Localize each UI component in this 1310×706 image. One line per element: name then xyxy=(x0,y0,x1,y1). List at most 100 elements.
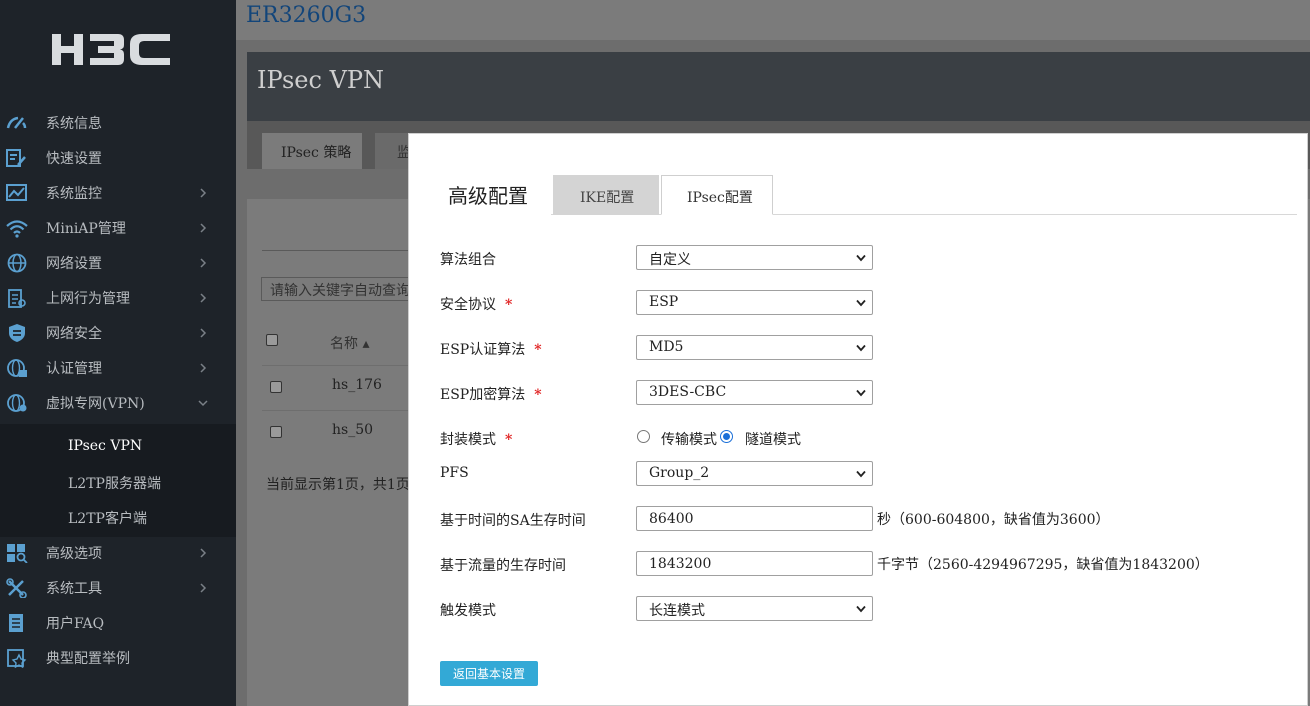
row-checkbox[interactable] xyxy=(270,426,282,438)
sidebar-item-label: 系统监控 xyxy=(46,186,102,202)
sidebar-item-auth[interactable]: 认证管理 xyxy=(0,350,236,385)
dialog-title: 高级配置 xyxy=(448,184,528,208)
sa-time-label: 基于时间的SA生存时间 xyxy=(440,513,586,529)
sidebar-item-label: 用户FAQ xyxy=(46,616,105,632)
monitor-chart-icon xyxy=(6,184,27,201)
row-checkbox[interactable] xyxy=(270,381,282,393)
esp-auth-label: ESP认证算法 * xyxy=(440,342,542,358)
security-protocol-select[interactable]: ESP xyxy=(636,290,873,315)
sidebar-item-advanced[interactable]: 高级选项 xyxy=(0,535,236,570)
sidebar-item-security[interactable]: 网络安全 xyxy=(0,315,236,350)
encap-transport-radio[interactable] xyxy=(637,430,650,443)
chevron-down-icon xyxy=(856,605,866,613)
sa-traffic-input[interactable] xyxy=(636,551,873,576)
page-title: IPsec VPN xyxy=(257,66,385,94)
search-input[interactable]: 请输入关键字自动查询 xyxy=(261,277,421,301)
grid-search-icon xyxy=(7,544,28,563)
sa-time-input[interactable] xyxy=(636,506,873,531)
sidebar-item-label: 系统工具 xyxy=(46,581,102,597)
tools-icon xyxy=(6,578,27,598)
esp-encrypt-select[interactable]: 3DES-CBC xyxy=(636,380,873,405)
table-row: hs_176 xyxy=(332,377,382,393)
chevron-right-icon xyxy=(200,583,207,593)
encap-tunnel-radio[interactable] xyxy=(720,430,733,443)
chevron-right-icon xyxy=(200,548,207,558)
algorithm-suite-label: 算法组合 xyxy=(440,252,496,268)
wifi-icon xyxy=(6,220,28,238)
globe-vpn-icon xyxy=(7,394,27,412)
tab-ike-config[interactable]: IKE配置 xyxy=(553,175,659,215)
sidebar-item-quick-setup[interactable]: 快速设置 xyxy=(0,140,236,175)
clipboard-icon xyxy=(8,289,26,308)
back-to-basic-button[interactable]: 返回基本设置 xyxy=(440,661,538,686)
trigger-mode-select[interactable]: 长连模式 xyxy=(636,596,873,621)
sidebar-item-label: 虚拟专网(VPN) xyxy=(46,396,145,412)
required-mark: * xyxy=(505,297,513,313)
sidebar-subitem-label: L2TP客户端 xyxy=(68,511,147,527)
globe-icon xyxy=(7,253,27,273)
sidebar-item-behavior[interactable]: 上网行为管理 xyxy=(0,280,236,315)
divider xyxy=(262,365,412,366)
sidebar-item-label: 认证管理 xyxy=(46,361,102,377)
sidebar-subitem-ipsec-vpn[interactable]: IPsec VPN xyxy=(0,429,236,464)
sidebar-item-label: 上网行为管理 xyxy=(46,291,130,307)
required-mark: * xyxy=(534,387,542,403)
chevron-right-icon xyxy=(200,188,207,198)
encap-transport-label: 传输模式 xyxy=(661,432,717,448)
chevron-down-icon xyxy=(856,389,866,397)
h3c-logo xyxy=(52,34,170,65)
sidebar-item-network[interactable]: 网络设置 xyxy=(0,245,236,280)
chevron-right-icon xyxy=(200,258,207,268)
tab-ipsec-config[interactable]: IPsec配置 xyxy=(661,175,773,215)
column-header-name[interactable]: 名称 ▴ xyxy=(330,333,369,353)
sa-traffic-label: 基于流量的生存时间 xyxy=(440,558,566,574)
sidebar-item-system-info[interactable]: 系统信息 xyxy=(0,105,236,140)
sidebar-item-label: 高级选项 xyxy=(46,546,102,562)
sidebar-item-label: 网络设置 xyxy=(46,256,102,272)
top-bar xyxy=(236,0,1310,40)
sidebar-subitem-l2tp-client[interactable]: L2TP客户端 xyxy=(0,499,236,534)
sidebar-item-vpn[interactable]: 虚拟专网(VPN) xyxy=(0,385,236,420)
device-model: ER3260G3 xyxy=(246,3,367,28)
chevron-right-icon xyxy=(200,363,207,373)
security-protocol-label: 安全协议 * xyxy=(440,297,513,313)
divider xyxy=(262,410,412,411)
encap-tunnel-label: 隧道模式 xyxy=(745,432,801,448)
sidebar-item-label: 典型配置举例 xyxy=(46,651,130,667)
sidebar-item-miniap[interactable]: MiniAP管理 xyxy=(0,210,236,245)
encap-mode-label: 封装模式 * xyxy=(440,432,513,448)
sidebar-subitem-label: IPsec VPN xyxy=(68,438,143,454)
algorithm-suite-select[interactable]: 自定义 xyxy=(636,245,873,270)
chevron-down-icon xyxy=(856,254,866,262)
chevron-down-icon xyxy=(856,470,866,478)
advanced-config-dialog: 高级配置 IKE配置 IPsec配置 算法组合 自定义 安全协议 * ESP ES… xyxy=(408,133,1308,706)
pfs-label: PFS xyxy=(440,465,469,481)
esp-auth-select[interactable]: MD5 xyxy=(636,335,873,360)
sidebar-subitem-l2tp-server[interactable]: L2TP服务器端 xyxy=(0,464,236,499)
sidebar-item-system-monitor[interactable]: 系统监控 xyxy=(0,175,236,210)
sidebar-item-faq[interactable]: 用户FAQ xyxy=(0,605,236,640)
sidebar-item-label: 网络安全 xyxy=(46,326,102,342)
chevron-right-icon xyxy=(200,328,207,338)
pagination-text: 当前显示第1页，共1页, xyxy=(266,477,415,493)
chevron-right-icon xyxy=(200,223,207,233)
sidebar-item-label: 系统信息 xyxy=(46,116,102,132)
chevron-down-icon xyxy=(856,299,866,307)
select-all-checkbox[interactable] xyxy=(266,334,278,346)
speedometer-icon xyxy=(6,116,27,129)
sidebar-item-config-examples[interactable]: 典型配置举例 xyxy=(0,640,236,675)
sa-traffic-hint: 千字节（2560-4294967295，缺省值为1843200） xyxy=(877,557,1209,573)
sidebar-item-tools[interactable]: 系统工具 xyxy=(0,570,236,605)
chevron-right-icon xyxy=(200,293,207,303)
table-row: hs_50 xyxy=(332,422,374,438)
required-mark: * xyxy=(505,432,513,448)
chevron-down-icon xyxy=(856,344,866,352)
sidebar-item-label: MiniAP管理 xyxy=(46,221,126,237)
document-icon xyxy=(9,614,23,632)
chevron-down-icon xyxy=(198,400,208,407)
pfs-select[interactable]: Group_2 xyxy=(636,461,873,486)
esp-encrypt-label: ESP加密算法 * xyxy=(440,387,542,403)
config-example-icon xyxy=(7,649,27,668)
tab-ipsec-policy[interactable]: IPsec 策略 xyxy=(262,133,362,169)
globe-lock-icon xyxy=(7,359,27,377)
